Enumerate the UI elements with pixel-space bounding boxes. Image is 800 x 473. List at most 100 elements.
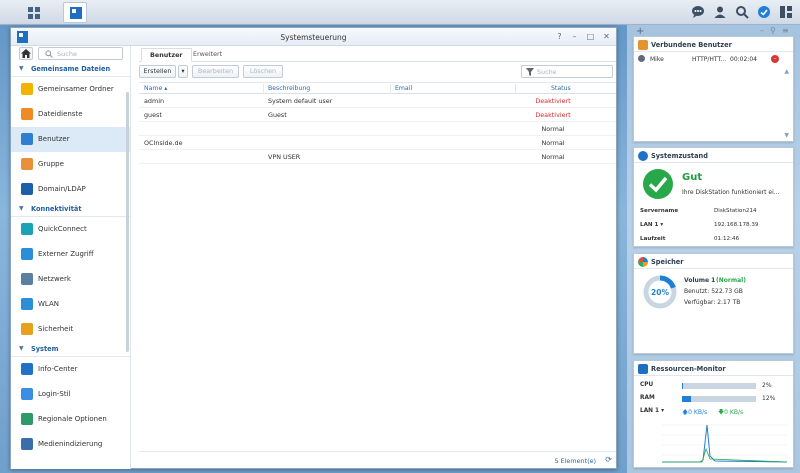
help-button[interactable]: ? (555, 32, 564, 41)
sidebar-item-label: QuickConnect (38, 225, 87, 233)
ram-bar (682, 396, 756, 402)
sidebar-section[interactable]: ▼ System (11, 342, 130, 357)
widget-panel: + – ⚲ ≡ Verbundene Benutzer Mike HTTP/HT… (627, 25, 800, 473)
sidebar-item-label: Gemeinsamer Ordner (38, 85, 114, 93)
column-description-header[interactable]: Beschreibung (268, 85, 310, 92)
table-row[interactable]: Normal (139, 122, 616, 136)
table-row[interactable]: VPN USER Normal (139, 150, 616, 164)
connected-user-protocol: HTTP/HTT... (692, 56, 727, 63)
filter-input[interactable]: Suche (521, 65, 613, 78)
tab-benutzer[interactable]: Benutzer (141, 48, 192, 62)
upload-rate: 🡅0 KB/s (682, 408, 707, 418)
taskbar (0, 0, 800, 25)
minimize-button[interactable]: – (570, 32, 579, 41)
sidebar-item[interactable]: Gemeinsamer Ordner (11, 77, 130, 102)
sidebar-item[interactable]: Info-Center (11, 357, 130, 382)
sidebar-item[interactable]: Sicherheit (11, 317, 130, 342)
table-row[interactable]: admin System default user Deaktiviert (139, 94, 616, 108)
cell-status: Normal (541, 125, 565, 133)
user-icon (21, 133, 33, 145)
user-icon (638, 40, 648, 50)
health-message: Ihre DiskStation funktioniert ei... (682, 189, 780, 196)
volume-used: Benutzt: 522.73 GB (684, 288, 743, 295)
column-name-header[interactable]: Name ▴ (144, 85, 167, 92)
folder-icon (21, 83, 33, 95)
sidebar-item[interactable]: Domain/LDAP (11, 177, 130, 202)
scroll-down-icon[interactable]: ▼ (784, 132, 789, 139)
sidebar-item[interactable]: QuickConnect (11, 217, 130, 242)
volume-name: Volume 1 (684, 277, 716, 284)
user-icon (638, 55, 645, 62)
main-menu-button[interactable] (21, 2, 45, 23)
lan-selector[interactable]: LAN 1 ▾ (640, 408, 664, 414)
control-panel-task-button[interactable] (63, 2, 87, 23)
sidebar-section[interactable]: ▼ Gemeinsame Dateien (11, 62, 130, 77)
info-icon (21, 363, 33, 375)
maximize-button[interactable]: □ (586, 32, 595, 41)
sidebar-item-label: Login-Stil (38, 390, 71, 398)
sidebar-search-input[interactable]: Suche (38, 47, 123, 60)
sidebar-item-label: WLAN (38, 300, 60, 308)
resource-monitor-widget: Ressourcen-Monitor CPU 2% RAM 12% LAN 1 … (633, 360, 794, 468)
sidebar-item[interactable]: Login-Stil (11, 382, 130, 407)
login-style-icon (21, 388, 33, 400)
sidebar-item[interactable]: Gruppe (11, 152, 130, 177)
lan-selector[interactable]: LAN 1 ▾ (640, 222, 663, 228)
ram-bar-fill (682, 396, 691, 402)
close-button[interactable]: ✕ (602, 32, 611, 41)
dashboard-icon[interactable] (757, 5, 771, 19)
disconnect-user-icon[interactable]: – (771, 55, 779, 63)
pin-icon[interactable]: ⚲ (770, 26, 776, 35)
sidebar-item[interactable]: Netzwerk (11, 267, 130, 292)
edit-button[interactable]: Bearbeiten (192, 65, 239, 78)
layout-icon[interactable]: ≡ (782, 26, 789, 35)
table-header: Name ▴ Beschreibung Email Status (139, 82, 616, 94)
group-icon (21, 158, 33, 170)
quickconnect-icon (21, 223, 33, 235)
sidebar-item[interactable]: Medienindizierung (11, 432, 130, 457)
sidebar-item[interactable]: Externer Zugriff (11, 242, 130, 267)
tab-erweitert[interactable]: Erweitert (185, 48, 230, 62)
cpu-bar (682, 383, 756, 389)
search-icon[interactable] (735, 5, 749, 19)
window-titlebar[interactable]: Systemsteuerung ? – □ ✕ (11, 28, 616, 46)
create-dropdown-button[interactable]: ▾ (178, 65, 188, 78)
column-status-header[interactable]: Status (551, 85, 571, 92)
cell-name: OCInside.de (144, 139, 183, 147)
sidebar-item[interactable]: Dateidienste (11, 102, 130, 127)
sidebar-item-label: Benutzer (38, 135, 70, 143)
volume-state: (Normal) (716, 277, 746, 284)
minimize-icon[interactable]: – (760, 26, 764, 35)
info-icon (638, 151, 648, 161)
home-icon (21, 49, 31, 58)
sidebar-item[interactable]: Regionale Optionen (11, 407, 130, 432)
sidebar-item[interactable]: Benutzer (11, 127, 130, 152)
control-panel-icon (70, 7, 82, 19)
ram-value: 12% (762, 395, 776, 402)
cell-description: System default user (268, 97, 333, 105)
sidebar-section-label: Gemeinsame Dateien (31, 65, 111, 73)
media-index-icon (21, 438, 33, 450)
sidebar-section[interactable]: ▼ Konnektivität (11, 202, 130, 217)
scroll-up-icon[interactable]: ▲ (784, 68, 789, 75)
sidebar-scrollbar[interactable] (126, 92, 129, 352)
chat-icon[interactable] (691, 5, 705, 19)
lan-ip-value: 192.168.178.39 (714, 222, 759, 228)
create-button[interactable]: Erstellen (139, 65, 176, 78)
connected-user-row: Mike HTTP/HTT... 00:02:04 – (634, 52, 793, 66)
cell-name: guest (144, 111, 162, 119)
grid-icon (28, 7, 40, 19)
table-row[interactable]: OCInside.de Normal (139, 136, 616, 150)
regional-icon (21, 413, 33, 425)
home-button[interactable] (19, 47, 33, 60)
globe-icon (21, 248, 33, 260)
delete-button[interactable]: Löschen (243, 65, 283, 78)
refresh-icon[interactable]: ⟳ (605, 455, 612, 464)
sidebar-item[interactable]: WLAN (11, 292, 130, 317)
user-menu-icon[interactable] (713, 5, 727, 19)
cpu-value: 2% (762, 382, 772, 389)
window-title: Systemsteuerung (280, 33, 347, 42)
column-email-header[interactable]: Email (395, 85, 412, 92)
table-row[interactable]: guest Guest Deaktiviert (139, 108, 616, 122)
widgets-icon[interactable] (779, 5, 793, 19)
